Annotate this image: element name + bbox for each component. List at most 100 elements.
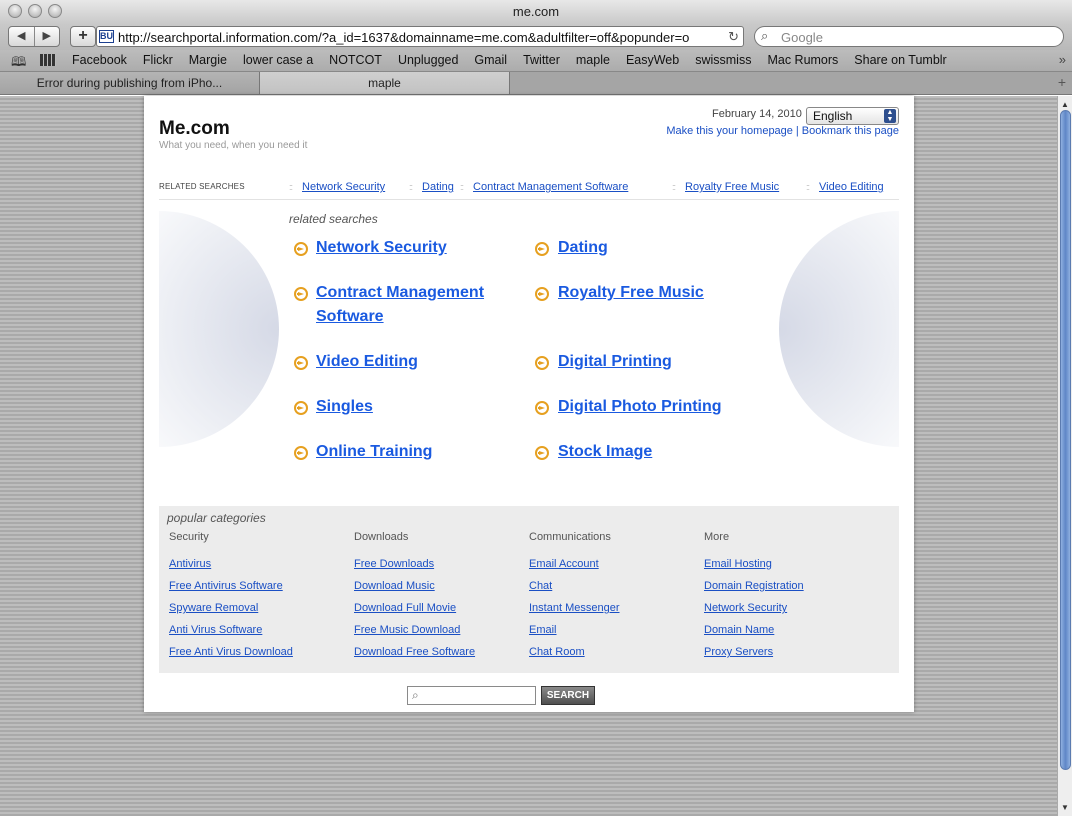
category-link[interactable]: Download Music — [354, 575, 524, 597]
category-title: Communications — [529, 531, 611, 543]
category-link[interactable]: Free Downloads — [354, 553, 524, 575]
related-search-link[interactable]: Stock Image — [558, 443, 652, 460]
related-search-link[interactable]: Online Training — [316, 443, 432, 460]
bookmark-item[interactable]: NOTCOT — [329, 53, 398, 67]
select-arrows-icon: ▲ ▼ — [884, 109, 896, 123]
arrow-circle-icon — [535, 242, 549, 256]
bookmark-item[interactable]: Share on Tumblr — [854, 53, 962, 67]
browser-search-field[interactable]: ⌕ Google — [754, 26, 1064, 47]
scroll-down-icon[interactable]: ▼ — [1061, 803, 1069, 812]
page-date: February 14, 2010 — [712, 108, 802, 120]
category-link[interactable]: Free Music Download — [354, 619, 524, 641]
top-sites-grid-icon[interactable] — [40, 54, 56, 66]
top-links: Make this your homepage | Bookmark this pa… — [666, 125, 899, 137]
scroll-up-icon[interactable]: ▲ — [1061, 100, 1069, 109]
minimize-window-button[interactable] — [28, 4, 42, 18]
bookmark-item[interactable]: Twitter — [523, 53, 576, 67]
browser-toolbar: ◀ ▶ + BU http://searchportal.information… — [0, 24, 1072, 50]
bookmark-item[interactable]: Gmail — [474, 53, 523, 67]
add-bookmark-button[interactable]: + — [70, 26, 96, 47]
related-search-link[interactable]: Contract Management Software — [316, 284, 484, 325]
bookmark-item[interactable]: maple — [576, 53, 626, 67]
category-link[interactable]: Download Full Movie — [354, 597, 524, 619]
arrow-circle-icon — [294, 446, 308, 460]
tab-maple[interactable]: maple — [260, 72, 510, 94]
category-link[interactable]: Chat Room — [529, 641, 699, 663]
category-link[interactable]: Chat — [529, 575, 699, 597]
window-title: me.com — [512, 4, 560, 19]
back-button[interactable]: ◀ — [9, 27, 35, 46]
category-link[interactable]: Proxy Servers — [704, 641, 874, 663]
related-search-link[interactable]: Video Editing — [316, 353, 418, 370]
dots-separator: :: — [289, 182, 293, 192]
related-search-link[interactable]: Network Security — [316, 239, 447, 256]
category-link[interactable]: Spyware Removal — [169, 597, 339, 619]
make-homepage-link[interactable]: Make this your homepage — [666, 125, 793, 137]
bookmark-item[interactable]: Unplugged — [398, 53, 474, 67]
related-search-link[interactable]: Dating — [558, 239, 608, 256]
arrow-circle-icon — [535, 446, 549, 460]
related-search-link[interactable]: Royalty Free Music — [558, 284, 704, 301]
bookmark-item[interactable]: Margie — [189, 53, 243, 67]
bookmarks-overflow-icon[interactable]: » — [1059, 52, 1066, 67]
related-bar-link[interactable]: Contract Management Software — [473, 181, 628, 193]
related-searches-heading: related searches — [289, 212, 378, 226]
related-search-link[interactable]: Digital Printing — [558, 353, 672, 370]
related-bar-link[interactable]: Network Security — [302, 181, 385, 193]
related-search-link[interactable]: Digital Photo Printing — [558, 398, 722, 415]
new-tab-icon[interactable]: + — [1058, 74, 1066, 90]
vertical-scrollbar[interactable]: ▲ ▼ — [1057, 96, 1072, 816]
scroll-thumb[interactable] — [1060, 110, 1071, 770]
bookmark-page-link[interactable]: Bookmark this page — [802, 125, 899, 137]
category-link[interactable]: Instant Messenger — [529, 597, 699, 619]
link-separator: | — [795, 125, 799, 137]
tab-error-publishing[interactable]: Error during publishing from iPho... — [0, 72, 260, 94]
category-link[interactable]: Domain Name — [704, 619, 874, 641]
forward-button[interactable]: ▶ — [35, 27, 60, 46]
close-window-button[interactable] — [8, 4, 22, 18]
web-page: Me.com What you need, when you need it F… — [144, 96, 914, 712]
related-bar-link[interactable]: Dating — [422, 181, 454, 193]
dots-separator: :: — [806, 182, 810, 192]
site-logo[interactable]: Me.com — [159, 118, 230, 140]
bookmark-item[interactable]: EasyWeb — [626, 53, 695, 67]
category-link[interactable]: Free Anti Virus Download — [169, 641, 339, 663]
bookmark-item[interactable]: Facebook — [72, 53, 143, 67]
related-bar-link[interactable]: Video Editing — [819, 181, 884, 193]
reload-icon[interactable]: ↻ — [728, 29, 739, 45]
category-title: More — [704, 531, 730, 543]
category-link[interactable]: Network Security — [704, 597, 874, 619]
category-link[interactable]: Anti Virus Software — [169, 619, 339, 641]
url-text[interactable]: http://searchportal.information.com/?a_i… — [118, 30, 689, 45]
bookmark-item[interactable]: lower case a — [243, 53, 329, 67]
site-favicon-icon: BU — [99, 30, 114, 43]
arrow-circle-icon — [294, 287, 308, 301]
zoom-window-button[interactable] — [48, 4, 62, 18]
arrow-circle-icon — [294, 356, 308, 370]
category-link[interactable]: Email Account — [529, 553, 699, 575]
category-link[interactable]: Download Free Software — [354, 641, 524, 663]
nav-buttons: ◀ ▶ — [8, 26, 60, 47]
category-link[interactable]: Free Antivirus Software — [169, 575, 339, 597]
search-button[interactable]: SEARCH — [541, 686, 595, 705]
right-decorative-shape — [779, 211, 899, 447]
bookmark-item[interactable]: swissmiss — [695, 53, 767, 67]
address-bar[interactable]: BU http://searchportal.information.com/?… — [96, 26, 744, 47]
category-link[interactable]: Domain Registration — [704, 575, 874, 597]
page-search-input[interactable]: ⌕ — [407, 686, 536, 705]
bookmarks-bar: 🕮 Facebook Flickr Margie lower case a NO… — [0, 50, 1072, 72]
related-searches-bar: RELATED SEARCHES :: Network Security :: Da… — [159, 176, 899, 200]
language-select[interactable]: English ▲ ▼ — [806, 107, 899, 125]
bookmark-item[interactable]: Mac Rumors — [767, 53, 854, 67]
language-value: English — [813, 109, 853, 123]
category-link[interactable]: Email Hosting — [704, 553, 874, 575]
search-icon: ⌕ — [412, 688, 419, 702]
category-link[interactable]: Antivirus — [169, 553, 339, 575]
arrow-circle-icon — [535, 401, 549, 415]
site-tagline: What you need, when you need it — [159, 140, 308, 151]
category-link[interactable]: Email — [529, 619, 699, 641]
related-bar-link[interactable]: Royalty Free Music — [685, 181, 779, 193]
popular-categories: popular categories Security Antivirus Fr… — [159, 506, 899, 673]
bookmark-item[interactable]: Flickr — [143, 53, 189, 67]
related-search-link[interactable]: Singles — [316, 398, 373, 415]
